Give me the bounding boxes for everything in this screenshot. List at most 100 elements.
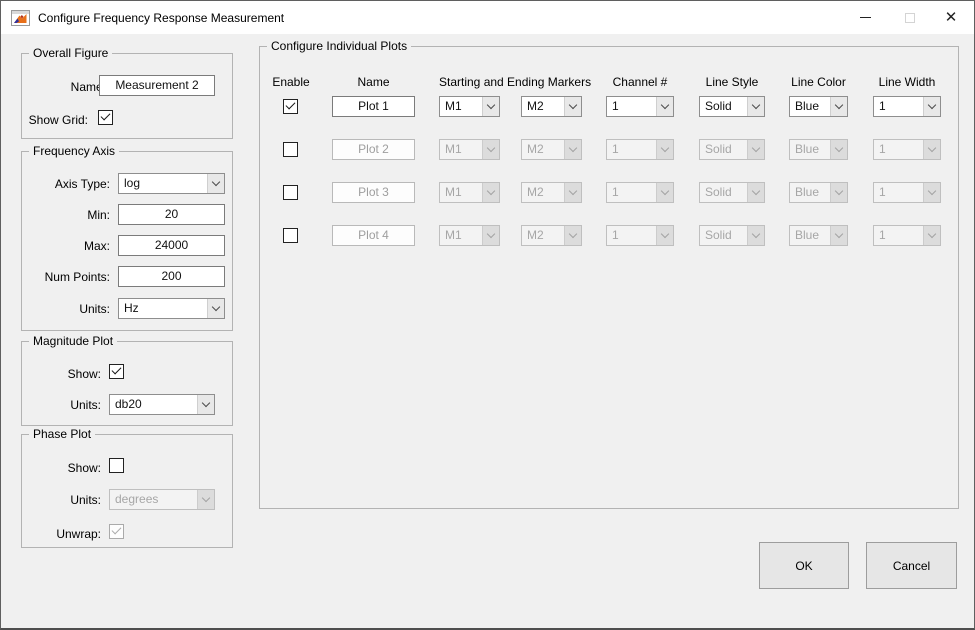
line-width-dropdown-value: 1 [874,140,923,159]
header-channel: Channel # [606,75,674,89]
line-color-dropdown-value: Blue [790,97,830,116]
channel-dropdown-button [656,226,673,245]
chevron-down-icon [835,144,843,152]
show-grid-checkbox[interactable] [98,110,113,125]
channel-dropdown-button [656,140,673,159]
enable-checkbox[interactable] [283,185,298,200]
axis-type-dropdown[interactable]: log [118,173,225,194]
chevron-down-icon [928,187,936,195]
line-style-dropdown-button [747,140,764,159]
marker-start-dropdown-button[interactable] [482,97,499,116]
plot-name-input[interactable]: Plot 1 [332,96,415,117]
marker-start-dropdown[interactable]: M1 [439,96,500,117]
phase-units-label: Units: [70,493,101,507]
line-style-dropdown[interactable]: Solid [699,96,765,117]
magnitude-show-checkbox[interactable] [109,364,124,379]
axis-type-value: log [119,174,207,193]
line-color-dropdown-value: Blue [790,183,830,202]
chevron-down-icon [661,144,669,152]
freq-units-label: Units: [79,302,110,316]
line-color-dropdown[interactable]: Blue [789,96,848,117]
channel-dropdown-button[interactable] [656,97,673,116]
channel-dropdown: 1 [606,182,674,203]
maximize-button [891,1,929,34]
magnitude-units-dropdown[interactable]: db20 [109,394,215,415]
line-width-dropdown: 1 [873,139,941,160]
freq-units-dropdown[interactable]: Hz [118,298,225,319]
line-width-dropdown-button[interactable] [923,97,940,116]
chevron-down-icon [661,101,669,109]
chevron-down-icon [569,230,577,238]
plot-row: Plot 1 M1 M2 1 Solid Blue 1 [260,96,958,118]
individual-plots-group: Configure Individual Plots Enable Name S… [259,46,959,509]
plot-row: Plot 2M1M21SolidBlue1 [260,139,958,161]
line-color-dropdown-button [830,140,847,159]
num-points-input[interactable]: 200 [118,266,225,287]
line-color-dropdown-button[interactable] [830,97,847,116]
marker-end-dropdown: M2 [521,182,582,203]
show-grid-label: Show Grid: [29,113,88,127]
marker-end-dropdown: M2 [521,139,582,160]
line-style-dropdown-value: Solid [700,226,747,245]
chevron-down-icon [661,187,669,195]
line-color-dropdown: Blue [789,139,848,160]
marker-end-dropdown-button[interactable] [564,97,581,116]
minimize-button[interactable] [846,1,884,34]
min-input[interactable]: 20 [118,204,225,225]
enable-checkbox[interactable] [283,142,298,157]
max-input[interactable]: 24000 [118,235,225,256]
line-style-dropdown-button [747,183,764,202]
window-title: Configure Frequency Response Measurement [38,11,284,25]
min-label: Min: [87,208,110,222]
axis-type-dropdown-button[interactable] [207,174,224,193]
line-color-dropdown: Blue [789,182,848,203]
axis-type-label: Axis Type: [55,177,110,191]
chevron-down-icon [212,178,220,186]
channel-dropdown: 1 [606,225,674,246]
channel-dropdown[interactable]: 1 [606,96,674,117]
figure-name-input[interactable]: Measurement 2 [99,75,215,96]
marker-end-dropdown-value: M2 [522,226,564,245]
line-width-dropdown-value: 1 [874,226,923,245]
marker-end-dropdown-button [564,183,581,202]
phase-show-checkbox[interactable] [109,458,124,473]
chevron-down-icon [752,144,760,152]
chevron-down-icon [928,230,936,238]
line-color-dropdown-button [830,183,847,202]
channel-dropdown-value: 1 [607,183,656,202]
channel-dropdown-button [656,183,673,202]
plot-name-input: Plot 4 [332,225,415,246]
header-line-width: Line Width [873,75,941,89]
line-color-dropdown-button [830,226,847,245]
chevron-down-icon [835,230,843,238]
header-enable: Enable [268,75,314,89]
max-label: Max: [84,239,110,253]
magnitude-units-value: db20 [110,395,197,414]
chevron-down-icon [487,230,495,238]
enable-checkbox[interactable] [283,99,298,114]
chevron-down-icon [752,230,760,238]
close-button[interactable]: ✕ [932,1,970,34]
marker-end-dropdown-value: M2 [522,183,564,202]
ok-button[interactable]: OK [759,542,849,589]
enable-checkbox[interactable] [283,228,298,243]
cancel-button[interactable]: Cancel [866,542,957,589]
channel-dropdown-value: 1 [607,140,656,159]
channel-dropdown: 1 [606,139,674,160]
marker-end-dropdown-button [564,140,581,159]
marker-end-dropdown[interactable]: M2 [521,96,582,117]
title-bar: Configure Frequency Response Measurement… [1,1,974,34]
magnitude-units-dropdown-button[interactable] [197,395,214,414]
phase-units-dropdown-button [197,490,214,509]
line-style-dropdown-button[interactable] [747,97,764,116]
marker-end-dropdown-value: M2 [522,97,564,116]
line-width-dropdown[interactable]: 1 [873,96,941,117]
plot-name-input: Plot 3 [332,182,415,203]
frequency-axis-group: Frequency Axis Axis Type: log Min: 20 Ma… [21,151,233,331]
chevron-down-icon [835,101,843,109]
individual-plots-group-title: Configure Individual Plots [267,39,411,53]
freq-units-dropdown-button[interactable] [207,299,224,318]
magnitude-units-label: Units: [70,398,101,412]
line-style-dropdown: Solid [699,182,765,203]
unwrap-checkbox [109,524,124,539]
